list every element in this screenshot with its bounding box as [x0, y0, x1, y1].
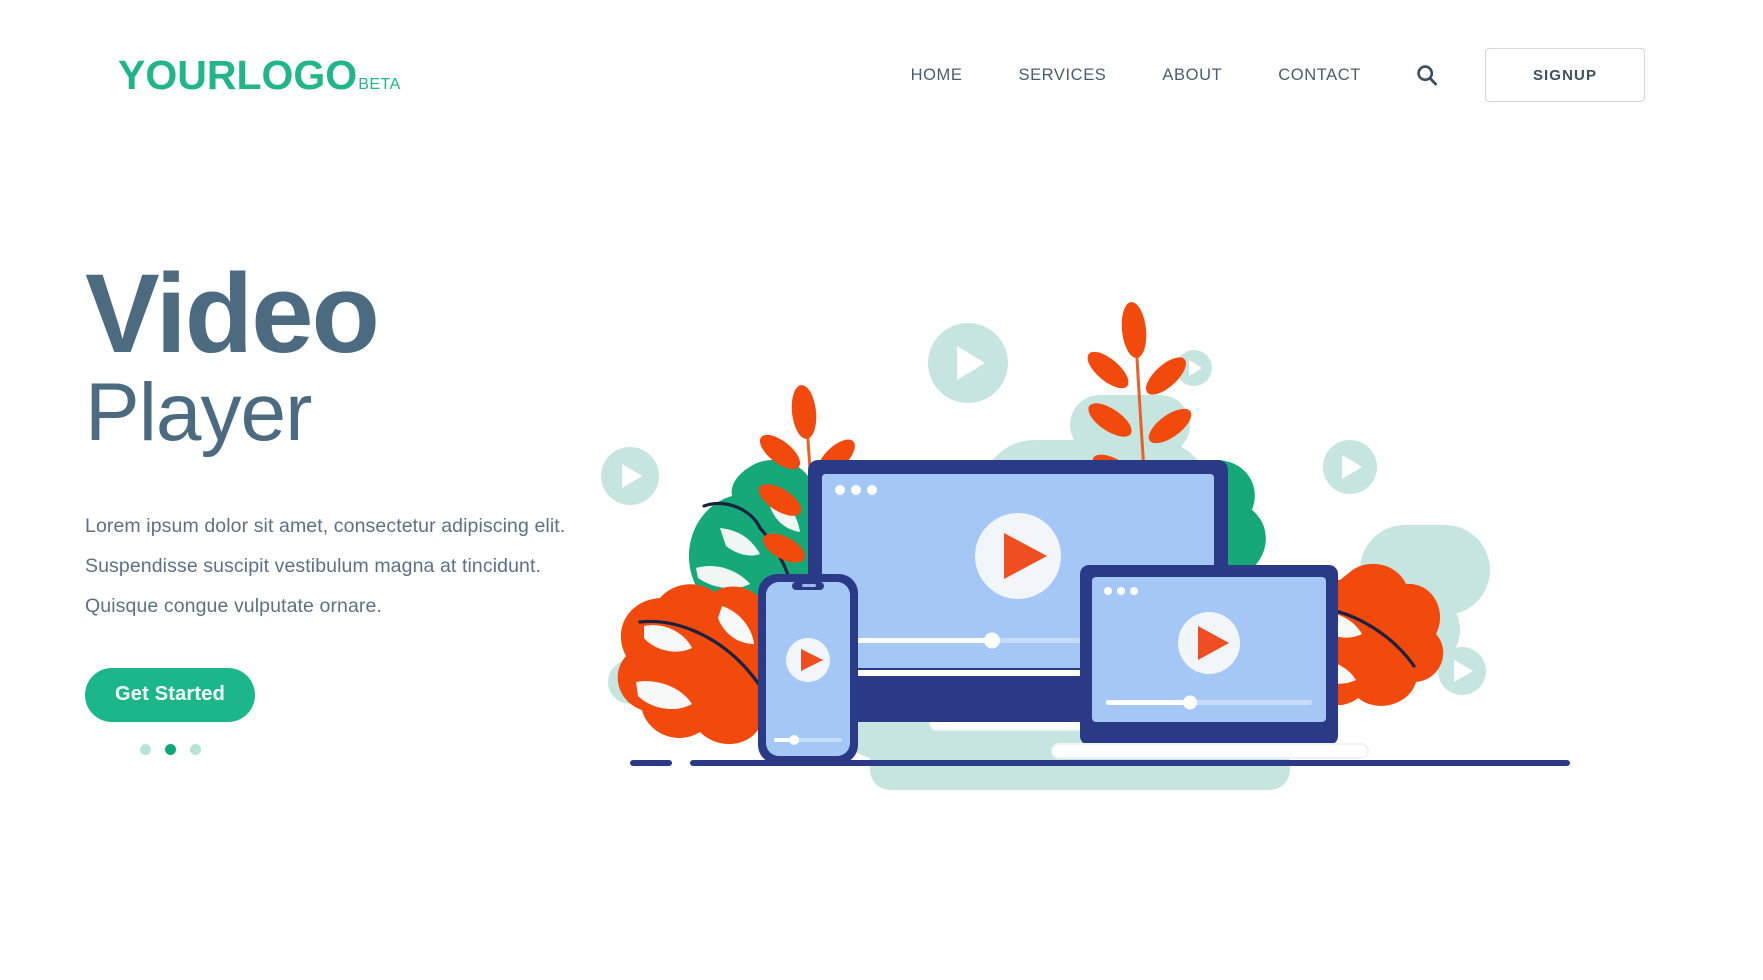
nav-item-about[interactable]: ABOUT	[1134, 56, 1250, 95]
get-started-button[interactable]: Get Started	[85, 668, 256, 723]
landing-page: YOURLOGO BETA HOME SERVICES ABOUT CONTAC…	[0, 0, 1763, 980]
illustration-svg	[601, 302, 1570, 790]
video-player-devices-illustration	[600, 300, 1600, 820]
laptop[interactable]	[1051, 565, 1369, 759]
window-dot	[851, 485, 861, 495]
mint-play-circle	[928, 323, 1008, 403]
logo-beta-tag: BETA	[358, 75, 401, 93]
play-button[interactable]	[786, 638, 830, 682]
nav-item-home[interactable]: HOME	[883, 56, 991, 95]
logo-text: YOURLOGO	[118, 51, 358, 98]
play-button[interactable]	[975, 513, 1061, 599]
site-header: YOURLOGO BETA HOME SERVICES ABOUT CONTAC…	[0, 0, 1763, 150]
ground-line	[630, 760, 1570, 766]
logo[interactable]: YOURLOGO BETA	[118, 52, 401, 99]
mint-play-circle	[601, 447, 659, 505]
play-button[interactable]	[1178, 612, 1240, 674]
mint-play-circle	[1323, 440, 1377, 494]
window-dot	[835, 485, 845, 495]
nav-item-services[interactable]: SERVICES	[990, 56, 1134, 95]
nav-item-contact[interactable]: CONTACT	[1250, 56, 1389, 95]
window-dot	[1130, 587, 1138, 595]
main-navigation: HOME SERVICES ABOUT CONTACT SIGNUP	[883, 48, 1645, 102]
window-dot	[867, 485, 877, 495]
search-button[interactable]	[1405, 53, 1449, 97]
search-icon	[1417, 65, 1438, 86]
carousel-dot-3[interactable]	[190, 744, 201, 756]
signup-button[interactable]: SIGNUP	[1485, 48, 1645, 102]
mint-play-circle	[1438, 647, 1486, 695]
window-dot	[1104, 587, 1112, 595]
carousel-dot-2[interactable]	[165, 744, 176, 756]
carousel-dot-1[interactable]	[140, 744, 151, 756]
window-dot	[1117, 587, 1125, 595]
smartphone[interactable]	[758, 574, 858, 764]
